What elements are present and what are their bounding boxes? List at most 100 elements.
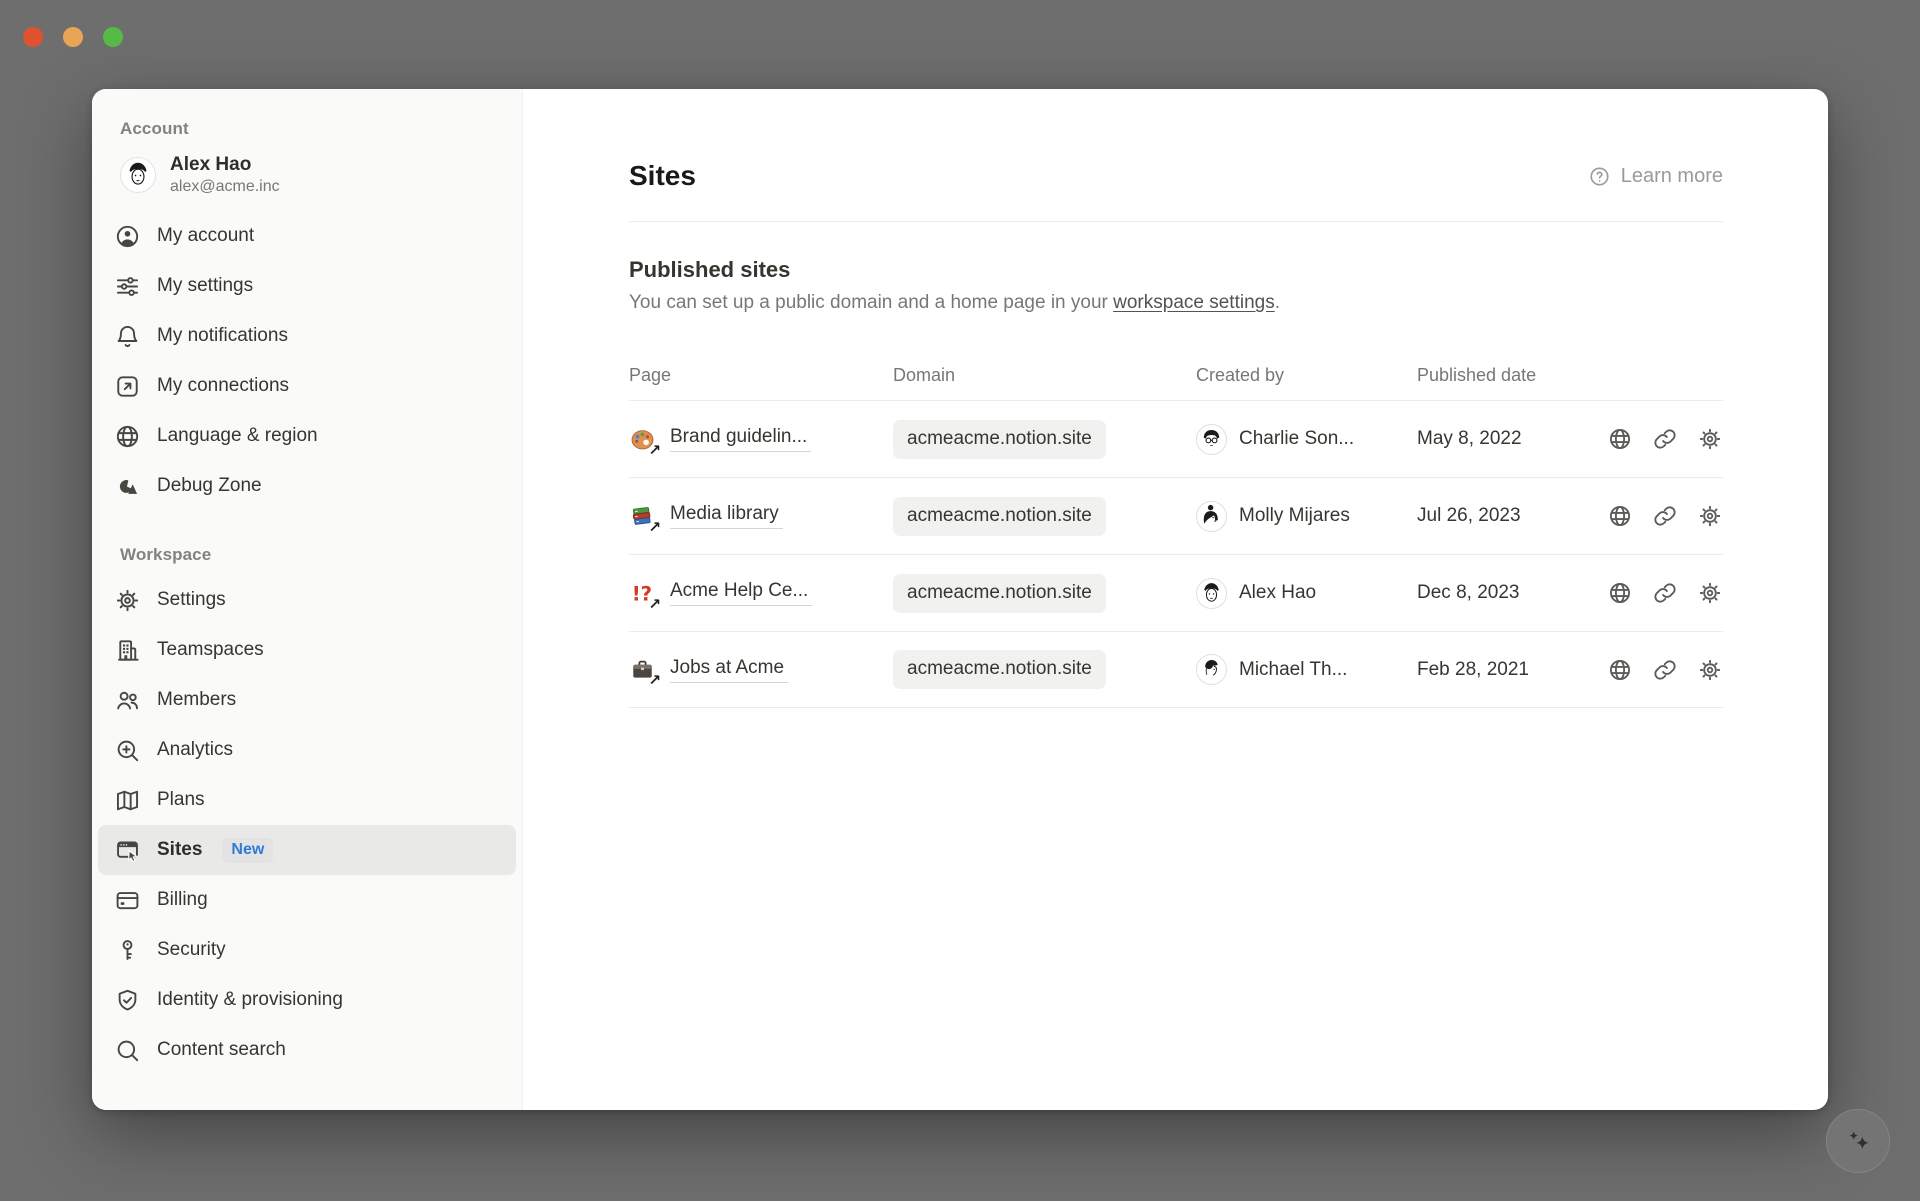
sidebar-item-settings[interactable]: Settings — [98, 575, 516, 625]
external-arrow-icon: ↗ — [648, 520, 661, 535]
sidebar-item-my-settings[interactable]: My settings — [98, 261, 516, 311]
external-arrow-icon: ↗ — [648, 597, 661, 612]
sidebar-item-label: Content search — [157, 1039, 286, 1061]
gear-icon — [114, 587, 141, 614]
sidebar-item-billing[interactable]: Billing — [98, 875, 516, 925]
creator-name: Alex Hao — [1239, 582, 1316, 604]
site-globe-button[interactable] — [1607, 657, 1633, 683]
sidebar-item-security[interactable]: Security — [98, 925, 516, 975]
sidebar-item-my-connections[interactable]: My connections — [98, 361, 516, 411]
site-settings-button[interactable] — [1697, 580, 1723, 606]
sidebar-item-label: Settings — [157, 589, 226, 611]
credit-card-icon — [114, 887, 141, 914]
site-globe-button[interactable] — [1607, 580, 1633, 606]
shield-check-icon — [114, 987, 141, 1014]
sidebar-item-analytics[interactable]: Analytics — [98, 725, 516, 775]
sidebar-item-label: Security — [157, 939, 226, 961]
sidebar-item-label: Identity & provisioning — [157, 989, 343, 1011]
ai-assistant-button[interactable] — [1826, 1109, 1890, 1173]
workspace-section-header: Workspace — [98, 545, 516, 575]
creator-avatar — [1196, 654, 1227, 685]
sidebar-item-plans[interactable]: Plans — [98, 775, 516, 825]
sidebar-item-label: My settings — [157, 275, 253, 297]
sidebar-item-sites[interactable]: Sites New — [98, 825, 516, 875]
sidebar-item-label: Language & region — [157, 425, 318, 447]
column-header-page: Page — [629, 365, 893, 386]
sidebar-item-label: My account — [157, 225, 254, 247]
site-settings-button[interactable] — [1697, 657, 1723, 683]
domain-pill[interactable]: acmeacme.notion.site — [893, 574, 1106, 613]
copy-link-button[interactable] — [1652, 503, 1678, 529]
description-text: You can set up a public domain and a hom… — [629, 292, 1113, 313]
sidebar-item-teamspaces[interactable]: Teamspaces — [98, 625, 516, 675]
new-badge: New — [222, 838, 273, 863]
sidebar-item-content-search[interactable]: Content search — [98, 1025, 516, 1075]
site-globe-button[interactable] — [1607, 426, 1633, 452]
external-arrow-icon: ↗ — [648, 673, 661, 688]
learn-more-link[interactable]: Learn more — [1588, 165, 1723, 188]
copy-link-button[interactable] — [1652, 580, 1678, 606]
site-settings-button[interactable] — [1697, 503, 1723, 529]
external-arrow-icon: ↗ — [648, 443, 661, 458]
debug-icon — [114, 473, 141, 500]
interrobang-page-icon: !? ↗ — [629, 580, 656, 607]
sidebar-item-language-region[interactable]: Language & region — [98, 411, 516, 461]
sites-main-panel: Sites Learn more Published sites You can… — [523, 89, 1828, 1110]
arrow-square-icon — [114, 373, 141, 400]
close-window-button[interactable] — [23, 27, 43, 47]
site-globe-button[interactable] — [1607, 503, 1633, 529]
key-icon — [114, 937, 141, 964]
sidebar-item-label: Analytics — [157, 739, 233, 761]
help-circle-icon — [1588, 165, 1611, 188]
creator-name: Charlie Son... — [1239, 428, 1354, 450]
page-link[interactable]: Media library — [670, 503, 783, 529]
published-date: Dec 8, 2023 — [1417, 582, 1591, 604]
site-settings-button[interactable] — [1697, 426, 1723, 452]
sidebar-item-label: My connections — [157, 375, 289, 397]
sidebar-item-my-account[interactable]: My account — [98, 211, 516, 261]
sidebar-item-identity-provisioning[interactable]: Identity & provisioning — [98, 975, 516, 1025]
sidebar-item-debug-zone[interactable]: Debug Zone — [98, 461, 516, 511]
table-row: ↗ Jobs at Acme acmeacme.notion.site Mich… — [629, 631, 1723, 708]
page-link[interactable]: Brand guidelin... — [670, 426, 811, 452]
account-section-header: Account — [98, 119, 516, 149]
domain-pill[interactable]: acmeacme.notion.site — [893, 420, 1106, 459]
settings-window: Account Alex Hao alex@acme.inc My accoun… — [92, 89, 1828, 1110]
globe-icon — [114, 423, 141, 450]
domain-pill[interactable]: acmeacme.notion.site — [893, 650, 1106, 689]
account-user-row[interactable]: Alex Hao alex@acme.inc — [98, 149, 516, 211]
sidebar-item-label: Members — [157, 689, 236, 711]
zoom-window-button[interactable] — [103, 27, 123, 47]
sidebar-item-members[interactable]: Members — [98, 675, 516, 725]
creator-avatar — [1196, 424, 1227, 455]
column-header-published-date: Published date — [1417, 365, 1591, 386]
page-title: Sites — [629, 159, 696, 193]
copy-link-button[interactable] — [1652, 657, 1678, 683]
minimize-window-button[interactable] — [63, 27, 83, 47]
search-plus-icon — [114, 737, 141, 764]
palette-page-icon: ↗ — [629, 426, 656, 453]
browser-cursor-icon — [114, 837, 141, 864]
sidebar-item-label: Plans — [157, 789, 205, 811]
description-period: . — [1275, 292, 1280, 313]
sidebar-item-label: Debug Zone — [157, 475, 262, 497]
briefcase-page-icon: ↗ — [629, 656, 656, 683]
workspace-settings-link[interactable]: workspace settings — [1113, 292, 1275, 313]
window-controls — [23, 27, 123, 47]
user-avatar — [120, 157, 156, 193]
learn-more-label: Learn more — [1621, 165, 1723, 188]
creator-name: Molly Mijares — [1239, 505, 1350, 527]
copy-link-button[interactable] — [1652, 426, 1678, 452]
building-icon — [114, 637, 141, 664]
published-date: Jul 26, 2023 — [1417, 505, 1591, 527]
page-link[interactable]: Jobs at Acme — [670, 657, 788, 683]
published-sites-table: Page Domain Created by Published date ↗ … — [629, 350, 1723, 708]
title-divider — [629, 221, 1723, 222]
person-circle-icon — [114, 223, 141, 250]
column-header-created-by: Created by — [1196, 365, 1417, 386]
domain-pill[interactable]: acmeacme.notion.site — [893, 497, 1106, 536]
sidebar-item-my-notifications[interactable]: My notifications — [98, 311, 516, 361]
user-email: alex@acme.inc — [170, 177, 280, 197]
sliders-icon — [114, 273, 141, 300]
page-link[interactable]: Acme Help Ce... — [670, 580, 812, 606]
